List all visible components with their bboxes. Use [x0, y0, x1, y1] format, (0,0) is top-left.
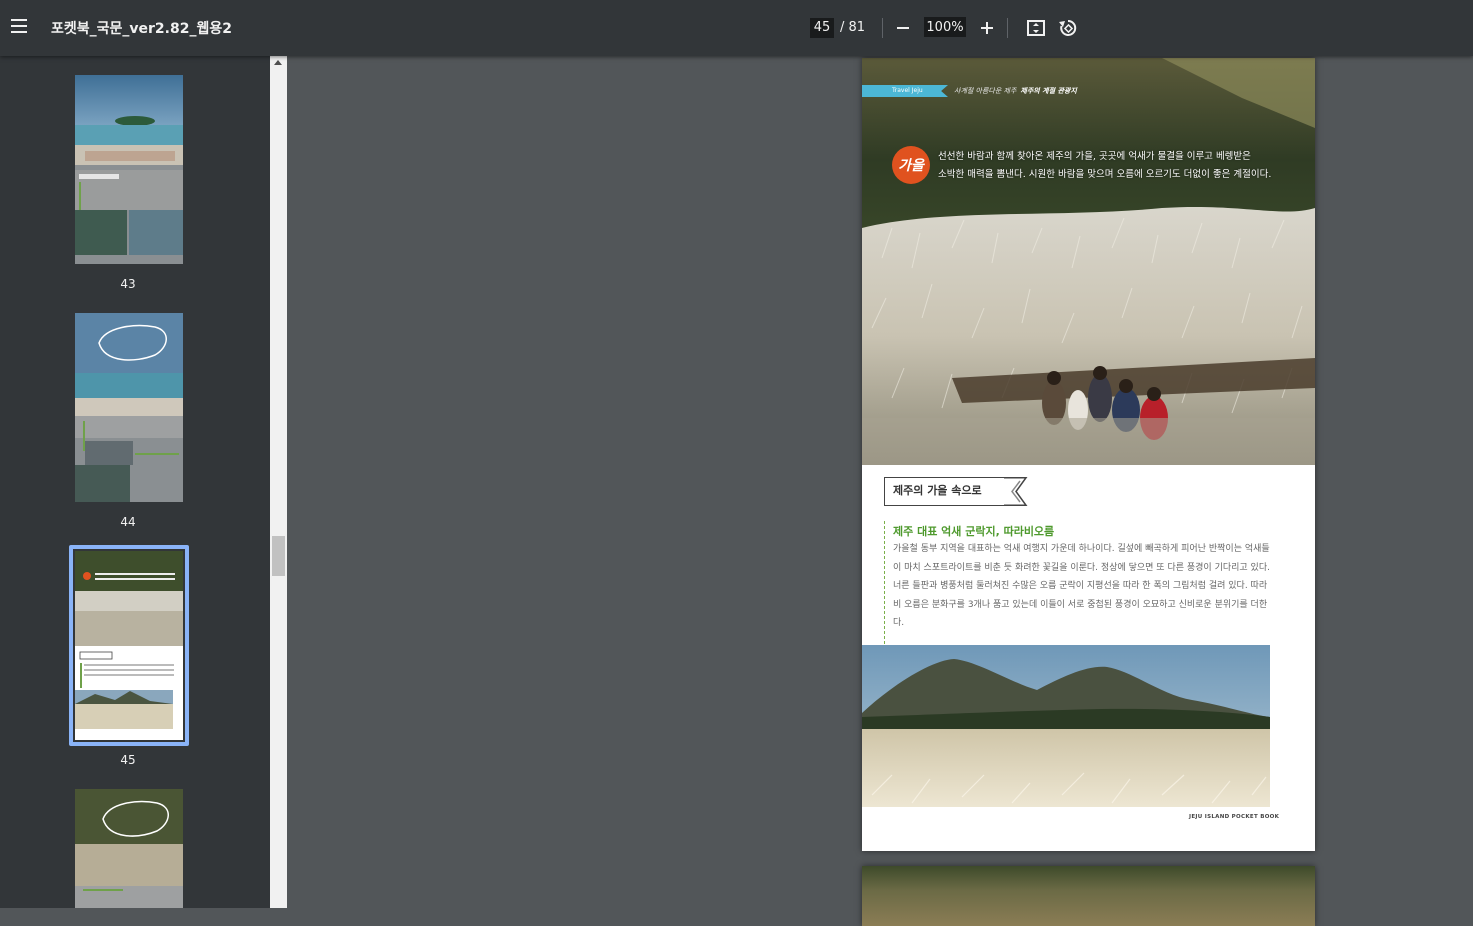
thumbnail-page-46[interactable]	[75, 789, 183, 908]
zoom-input[interactable]	[924, 17, 966, 37]
article-text: 가을철 동부 지역을 대표하는 억새 여행지 가운데 하나이다. 길섶에 빼곡하…	[893, 544, 1270, 628]
section-tag: Travel Jeju	[862, 85, 948, 97]
pdf-page-45: Travel Jeju 사계절 아름다운 제주 제주의 계절 관광지 가을 선선한…	[862, 58, 1315, 851]
header-subtitle: 사계절 아름다운 제주 제주의 계절 관광지	[954, 86, 1077, 96]
article-body: 제주 대표 억새 군락지, 따라비오름 가을철 동부 지역을 대표하는 억새 여…	[884, 521, 1272, 644]
fit-page-icon[interactable]	[1024, 16, 1048, 40]
header-subtitle-bold: 제주의 계절 관광지	[1020, 87, 1077, 95]
intro-line: 선선한 바람과 함께 찾아온 제주의 가을, 곳곳에 억새가 물결을 이루고 베…	[938, 151, 1251, 162]
thumbnail-page-45[interactable]	[75, 551, 183, 740]
zoom-in-icon[interactable]	[975, 16, 999, 40]
intro-text: 선선한 바람과 함께 찾아온 제주의 가을, 곳곳에 억새가 물결을 이루고 베…	[938, 148, 1278, 184]
page-total: / 81	[840, 20, 866, 35]
section-title: 제주의 가을 속으로	[884, 477, 1004, 506]
article-title: 제주 대표 억새 군락지, 따라비오름	[893, 525, 1055, 538]
scrollbar-thumb[interactable]	[272, 536, 285, 576]
section-flag-icon	[1004, 477, 1028, 506]
intro-line: 소박한 매력을 뽐낸다. 시원한 바람을 맞으며 오름에 오르기도 더없이 좋은…	[938, 169, 1272, 180]
sidebar-scrollbar[interactable]	[270, 56, 287, 908]
autumn-silvergrass-photo	[862, 58, 1315, 465]
rotate-icon[interactable]	[1056, 16, 1080, 40]
page-number-input[interactable]	[810, 17, 834, 38]
document-title: 포켓북_국문_ver2.82_웹용2	[51, 21, 232, 37]
thumbnail-page-44[interactable]	[75, 313, 183, 502]
pdf-toolbar: 포켓북_국문_ver2.82_웹용2 / 81	[0, 0, 1473, 56]
header-subtitle-text: 사계절 아름다운 제주	[954, 87, 1017, 95]
thumbnail-sidebar: 43 44 45	[0, 56, 270, 908]
thumbnail-page-43[interactable]	[75, 75, 183, 264]
pdf-page-46-preview	[862, 866, 1315, 926]
page-footer: JEJU ISLAND POCKET BOOK	[1189, 814, 1280, 820]
ttarabi-oreum-photo	[862, 645, 1270, 807]
scroll-up-arrow-icon[interactable]	[274, 60, 282, 65]
zoom-out-icon[interactable]	[891, 16, 915, 40]
thumbnail-label: 44	[120, 515, 136, 529]
menu-icon[interactable]	[8, 15, 30, 39]
toolbar-divider	[1007, 18, 1008, 38]
season-badge: 가을	[892, 146, 930, 184]
thumbnail-label: 43	[120, 277, 136, 291]
page-selector: / 81	[810, 17, 865, 38]
thumbnail-label: 45	[120, 753, 136, 767]
toolbar-divider	[882, 18, 883, 38]
